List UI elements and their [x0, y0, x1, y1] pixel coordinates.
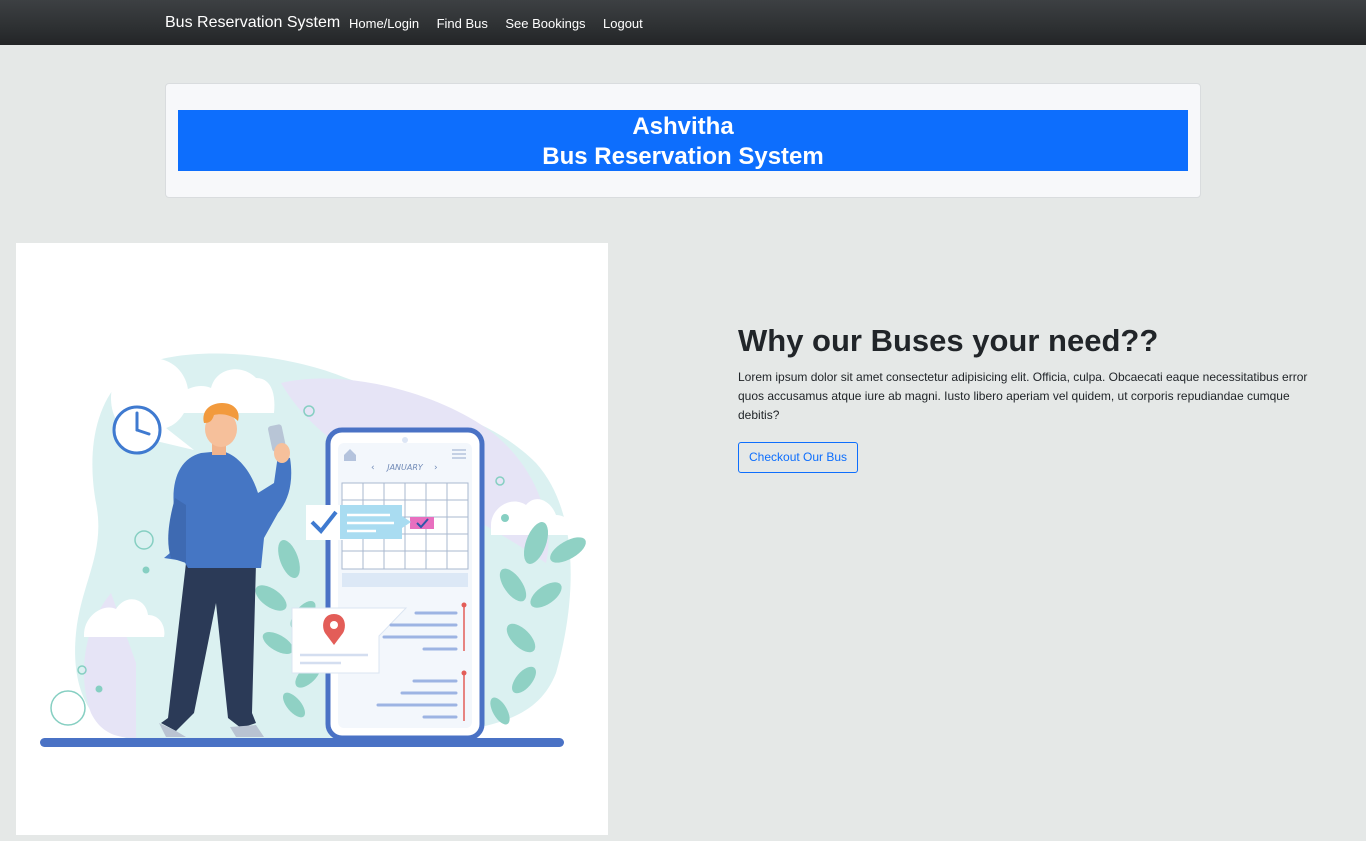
person-hand	[274, 443, 290, 463]
info-title: Why our Buses your need??	[738, 323, 1159, 358]
hero-system-title: Bus Reservation System	[542, 143, 824, 170]
decor-dot	[142, 566, 150, 574]
decor-dot	[501, 514, 509, 522]
location-pin-center	[330, 621, 338, 629]
decor-dot	[95, 685, 103, 693]
navbar-brand[interactable]: Bus Reservation System	[165, 13, 340, 33]
hero-card: Ashvitha Bus Reservation System	[165, 83, 1201, 198]
hero-owner-name: Ashvitha	[632, 113, 734, 140]
checkout-our-bus-button[interactable]: Checkout Our Bus	[738, 442, 859, 473]
decor-circle	[50, 690, 86, 726]
hero-banner: Ashvitha Bus Reservation System	[178, 110, 1188, 171]
calendar-month-label: JANUARY	[385, 463, 424, 472]
nav-link-find-bus[interactable]: Find Bus	[437, 15, 488, 32]
nav-link-logout[interactable]: Logout	[603, 15, 643, 32]
phone-camera-icon	[402, 437, 408, 443]
ground-line	[40, 738, 564, 747]
chevron-left-icon: ‹	[371, 463, 375, 473]
info-section: Why our Buses your need?? Lorem ipsum do…	[738, 322, 1328, 473]
nav-link-home-login[interactable]: Home/Login	[349, 15, 419, 32]
booking-illustration-svg: ‹ JANUARY ›	[40, 353, 586, 747]
nav-links: Home/Login Find Bus See Bookings Logout	[349, 15, 656, 33]
nav-link-see-bookings[interactable]: See Bookings	[505, 15, 585, 32]
booking-illustration: ‹ JANUARY ›	[16, 243, 608, 835]
navbar: Bus Reservation System Home/Login Find B…	[0, 0, 1366, 45]
info-text: Lorem ipsum dolor sit amet consectetur a…	[738, 370, 1308, 422]
chevron-right-icon: ›	[434, 463, 438, 473]
